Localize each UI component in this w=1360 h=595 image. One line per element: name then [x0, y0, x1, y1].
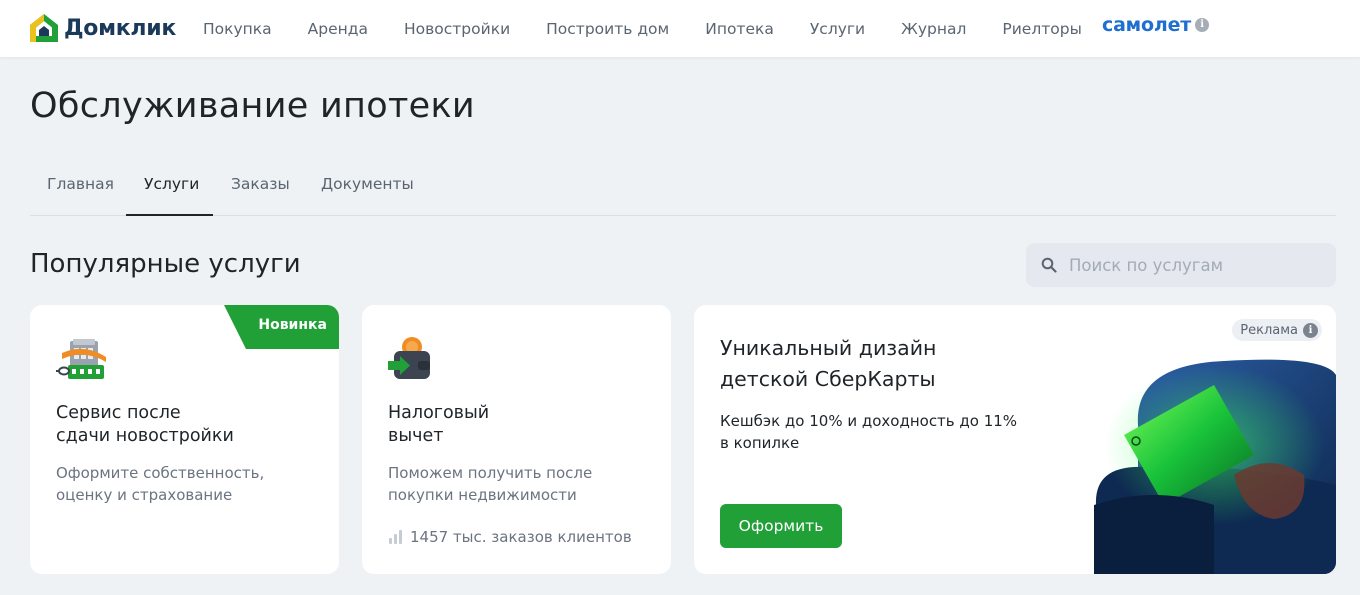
- services-search[interactable]: [1026, 243, 1336, 287]
- partner-samolet-link[interactable]: самолет i: [1102, 14, 1210, 36]
- active-tab-indicator: [126, 214, 213, 216]
- card-description: Оформите собственность, оценку и страхов…: [56, 464, 265, 504]
- card-description: Поможем получить после покупки недвижимо…: [388, 464, 593, 504]
- brand-name: Домклик: [64, 15, 176, 41]
- domclick-logo[interactable]: Домклик: [28, 12, 176, 44]
- domclick-logo-icon: [30, 14, 58, 42]
- orders-count: 1457 тыс. заказов клиентов: [410, 528, 632, 546]
- ad-label[interactable]: Реклама i: [1232, 319, 1322, 341]
- wallet-coin-icon: [388, 337, 430, 379]
- partner-samolet-logo: самолет: [1102, 14, 1192, 36]
- info-icon[interactable]: i: [1195, 18, 1210, 32]
- top-navigation-bar: Домклик Покупка Аренда Новостройки Постр…: [0, 0, 1360, 57]
- search-icon: [1041, 257, 1057, 273]
- nav-item-journal[interactable]: Журнал: [901, 20, 966, 38]
- tab-bar: Главная Услуги Заказы Документы: [30, 160, 1336, 216]
- nav-item-mortgage[interactable]: Ипотека: [705, 20, 774, 38]
- info-icon: i: [1303, 322, 1318, 338]
- nav-item-build-house[interactable]: Построить дом: [546, 20, 669, 38]
- tab-orders[interactable]: Заказы: [231, 160, 290, 216]
- card-title: Сервис после сдачи новостройки: [56, 403, 234, 446]
- service-card-tax-deduction[interactable]: Налоговый вычет Поможем получить после п…: [362, 305, 671, 574]
- section-title: Популярные услуги: [30, 249, 301, 279]
- ad-title: Уникальный дизайн детской СберКарты: [720, 336, 937, 391]
- nav-item-new-buildings[interactable]: Новостройки: [404, 20, 510, 38]
- new-badge: Новинка: [258, 317, 327, 333]
- ad-description: Кешбэк до 10% и доходность до 11% в копи…: [720, 412, 1018, 452]
- ad-label-text: Реклама: [1240, 322, 1298, 338]
- tab-documents[interactable]: Документы: [321, 160, 414, 216]
- green-card-in-armchair-illustration: [1094, 355, 1336, 574]
- page-title: Обслуживание ипотеки: [30, 86, 475, 126]
- nav-item-realtors[interactable]: Риелторы: [1002, 20, 1081, 38]
- ad-banner-sbercard[interactable]: Уникальный дизайн детской СберКарты Кешб…: [694, 305, 1336, 574]
- building-icon: [56, 339, 106, 379]
- nav-item-services[interactable]: Услуги: [810, 20, 865, 38]
- nav-item-rent[interactable]: Аренда: [308, 20, 368, 38]
- search-input[interactable]: [1069, 255, 1319, 275]
- apply-button[interactable]: Оформить: [720, 504, 842, 548]
- tab-main[interactable]: Главная: [47, 160, 114, 216]
- service-card-new-building[interactable]: Новинка Сервис после сдачи новостройки О…: [30, 305, 339, 574]
- bar-chart-icon: [389, 530, 402, 544]
- nav-item-buy[interactable]: Покупка: [203, 20, 272, 38]
- orders-stat: 1457 тыс. заказов клиентов: [388, 528, 632, 546]
- tab-services[interactable]: Услуги: [144, 160, 199, 216]
- card-title: Налоговый вычет: [388, 403, 490, 446]
- main-nav: Покупка Аренда Новостройки Построить дом…: [203, 0, 1118, 57]
